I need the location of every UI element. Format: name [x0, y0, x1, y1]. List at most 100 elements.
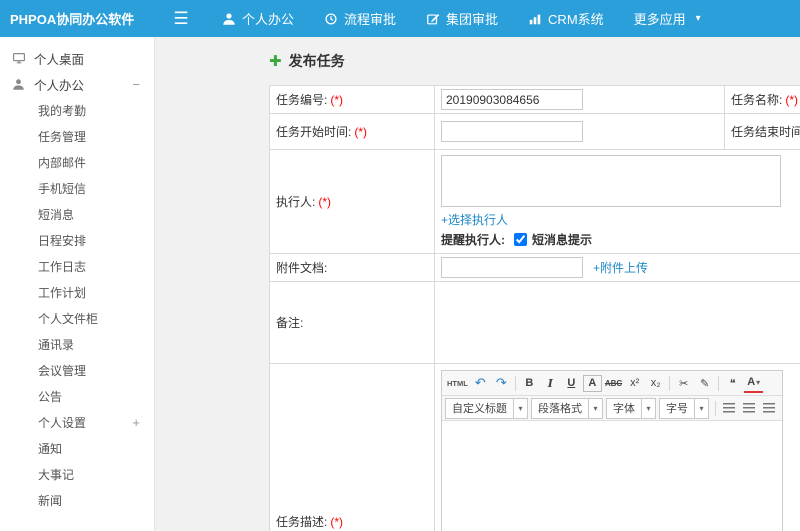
sidebar-item-announcement[interactable]: 公告: [0, 383, 154, 409]
task-name-label: 任务名称:: [731, 93, 783, 107]
caret-down-icon: ▾: [694, 398, 708, 418]
cut-icon[interactable]: ✂: [674, 373, 693, 393]
sidebar-item-schedule[interactable]: 日程安排: [0, 227, 154, 253]
top-nav: 个人办公 流程审批 集团审批 CRM系统 更多应用 ▾: [207, 0, 716, 37]
align-left-icon[interactable]: [720, 399, 738, 418]
sidebar-item-mobile-sms[interactable]: 手机短信: [0, 175, 154, 201]
nav-item-group-approval[interactable]: 集团审批: [411, 0, 513, 37]
undo-icon[interactable]: ↶: [471, 373, 490, 393]
start-time-input[interactable]: [441, 121, 583, 142]
nav-label: 更多应用: [633, 12, 686, 27]
nav-item-personal-office[interactable]: 个人办公: [207, 0, 309, 37]
sidebar-item-news[interactable]: 新闻: [0, 487, 154, 513]
sidebar-item-meeting-management[interactable]: 会议管理: [0, 357, 154, 383]
subscript-button[interactable]: x₂: [646, 373, 665, 393]
sidebar-item-file-cabinet[interactable]: 个人文件柜: [0, 305, 154, 331]
rich-text-editor: HTML ↶ ↷ B I U A ABC x² x₂ ✂ ✎ ❝ A ▾ 自定义…: [441, 370, 783, 531]
form-row-time: 任务开始时间:(*) 任务结束时间:(*): [269, 113, 800, 150]
expand-icon[interactable]: +: [132, 415, 140, 430]
main-layout: 个人桌面 个人办公 − 我的考勤 任务管理 内部邮件 手机短信 短消息 日程安排…: [0, 37, 800, 531]
italic-button[interactable]: I: [541, 373, 560, 393]
start-time-label: 任务开始时间:: [276, 125, 352, 139]
nav-item-workflow-approval[interactable]: 流程审批: [309, 0, 411, 37]
attachment-input[interactable]: [441, 257, 583, 278]
nav-item-crm[interactable]: CRM系统: [513, 0, 619, 37]
sidebar-item-notice[interactable]: 通知: [0, 435, 154, 461]
format-brush-icon[interactable]: ✎: [695, 373, 714, 393]
sidebar: 个人桌面 个人办公 − 我的考勤 任务管理 内部邮件 手机短信 短消息 日程安排…: [0, 37, 155, 531]
clock-icon: [324, 12, 338, 26]
sidebar-item-task-management[interactable]: 任务管理: [0, 123, 154, 149]
sidebar-item-work-log[interactable]: 工作日志: [0, 253, 154, 279]
sidebar-item-personal-settings[interactable]: 个人设置 +: [0, 409, 154, 435]
editor-content-area[interactable]: [442, 421, 782, 531]
blockquote-icon[interactable]: ❝: [723, 373, 742, 393]
sms-remind-label: 短消息提示: [532, 233, 593, 247]
app-logo: PHPOA协同办公软件: [10, 12, 135, 27]
executor-label: 执行人:: [276, 195, 316, 209]
task-number-input[interactable]: [441, 89, 583, 110]
toolbar-separator: [718, 375, 720, 391]
sidebar-item-desktop[interactable]: 个人桌面: [0, 45, 154, 71]
remark-label: 备注:: [276, 316, 304, 330]
html-source-button[interactable]: HTML: [446, 373, 469, 393]
strikethrough-button[interactable]: ABC: [604, 373, 623, 393]
sidebar-item-work-plan[interactable]: 工作计划: [0, 279, 154, 305]
sidebar-item-label: 个人桌面: [34, 52, 85, 67]
executor-textarea[interactable]: [441, 155, 781, 207]
sidebar-item-internal-mail[interactable]: 内部邮件: [0, 149, 154, 175]
upload-attachment-link[interactable]: +附件上传: [593, 259, 648, 276]
toolbar-separator: [514, 375, 516, 391]
font-size-dropdown[interactable]: 字号 ▾: [659, 397, 709, 419]
bold-button[interactable]: B: [520, 373, 539, 393]
align-right-icon[interactable]: [760, 399, 778, 418]
add-icon: ✚: [269, 53, 282, 70]
sms-remind-checkbox[interactable]: [514, 233, 527, 246]
nav-label: 流程审批: [344, 12, 397, 27]
task-number-label: 任务编号:: [276, 93, 328, 107]
nav-label: 集团审批: [446, 12, 499, 27]
required-mark: (*): [354, 125, 368, 139]
edit-icon: [426, 12, 440, 26]
description-label: 任务描述:: [276, 514, 328, 529]
sidebar-item-big-events[interactable]: 大事记: [0, 461, 154, 487]
font-color-button[interactable]: A ▾: [744, 373, 764, 393]
remind-executor-row: 提醒执行人: 短消息提示: [441, 231, 800, 248]
remind-executor-label: 提醒执行人:: [441, 233, 505, 247]
publish-task-form: 任务编号:(*) 任务名称:(*) 任务开始时间:(*) 任务结束时间:(*) …: [269, 85, 800, 531]
collapse-icon[interactable]: −: [132, 77, 140, 92]
caret-down-icon: ▾: [641, 398, 655, 418]
required-mark: (*): [318, 195, 332, 209]
page-title-text: 发布任务: [288, 53, 345, 69]
attachment-label: 附件文档:: [276, 261, 328, 275]
form-row-task-number: 任务编号:(*) 任务名称:(*): [269, 85, 800, 114]
required-mark: (*): [330, 514, 344, 529]
sidebar-item-attendance[interactable]: 我的考勤: [0, 97, 154, 123]
sidebar-item-short-message[interactable]: 短消息: [0, 201, 154, 227]
content-area: ✚ 发布任务 任务编号:(*) 任务名称:(*) 任务开始时间:(*) 任务结束…: [155, 37, 800, 531]
hamburger-menu-icon[interactable]: ☰: [155, 0, 207, 37]
user-icon: [222, 12, 236, 26]
custom-title-dropdown[interactable]: 自定义标题 ▾: [445, 397, 528, 419]
redo-icon[interactable]: ↷: [492, 373, 511, 393]
required-mark: (*): [785, 93, 799, 107]
nav-item-more-apps[interactable]: 更多应用 ▾: [619, 0, 716, 37]
sidebar-item-personal-office[interactable]: 个人办公 −: [0, 71, 154, 97]
caret-down-icon: ▾: [513, 398, 527, 418]
form-row-remark: 备注:: [269, 281, 800, 364]
superscript-button[interactable]: x²: [625, 373, 644, 393]
caret-down-icon: ▾: [588, 398, 602, 418]
underline-button[interactable]: U: [562, 373, 581, 393]
nav-label: 个人办公: [242, 12, 295, 27]
font-style-button[interactable]: A: [582, 374, 602, 392]
editor-toolbar-row1: HTML ↶ ↷ B I U A ABC x² x₂ ✂ ✎ ❝ A ▾: [442, 371, 782, 396]
align-center-icon[interactable]: [740, 399, 758, 418]
choose-executor-link[interactable]: +选择执行人: [441, 213, 508, 227]
toolbar-separator: [715, 400, 716, 416]
font-family-dropdown[interactable]: 字体 ▾: [606, 397, 656, 419]
remark-textarea[interactable]: [434, 281, 800, 364]
sidebar-item-label: 个人办公: [34, 78, 85, 93]
caret-down-icon: ▾: [756, 377, 761, 387]
sidebar-item-contacts[interactable]: 通讯录: [0, 331, 154, 357]
paragraph-format-dropdown[interactable]: 段落格式 ▾: [531, 397, 603, 419]
